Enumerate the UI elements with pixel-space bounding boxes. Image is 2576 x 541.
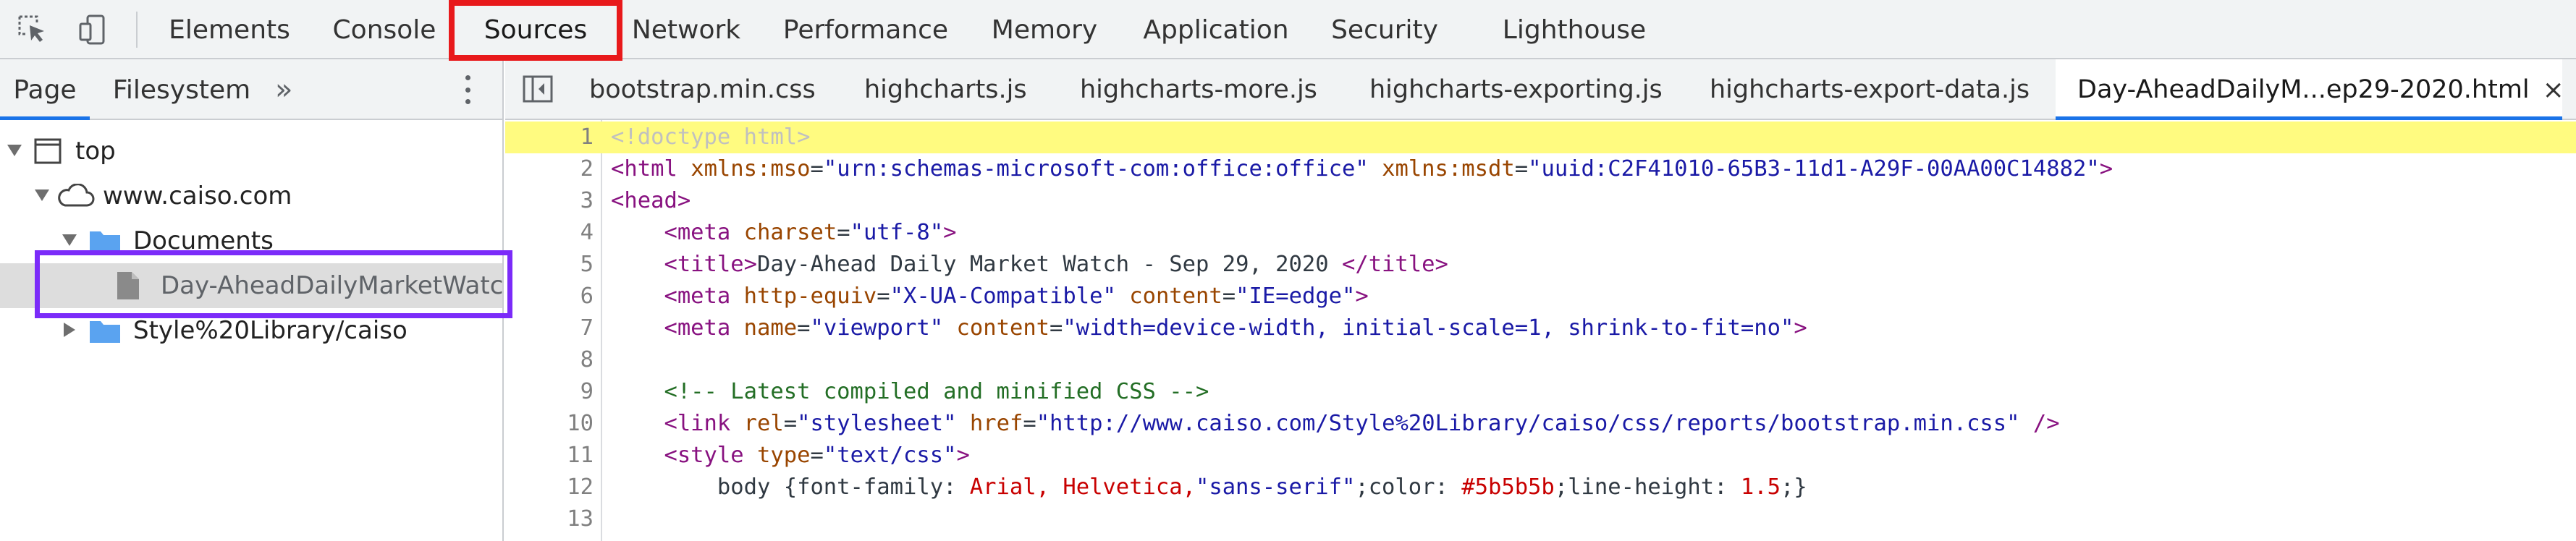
line-source: <meta http-equiv="X-UA-Compatible" conte… — [664, 284, 1369, 309]
editor-panel: bootstrap.min.css highcharts.js highchar… — [505, 59, 2576, 541]
line-source: <meta charset="utf-8"> — [664, 220, 957, 245]
tab-memory[interactable]: Memory — [984, 0, 1105, 59]
devtools-toolbar: Elements Console Sources Network Perform… — [0, 0, 2576, 59]
line-source: <head> — [611, 188, 691, 213]
navigator-tabs: Page Filesystem » — [0, 59, 502, 120]
code-line[interactable]: 12 body {font-family: Arial, Helvetica,"… — [505, 472, 2576, 503]
line-source: <!doctype html> — [611, 124, 811, 150]
more-options-icon[interactable] — [460, 75, 475, 104]
file-tab-label: highcharts-export-data.js — [1710, 75, 2030, 104]
line-source: <title>Day-Ahead Daily Market Watch - Se… — [664, 252, 1448, 277]
code-editor[interactable]: 1 <!doctype html> 2 <html xmlns:mso="urn:sc… — [505, 120, 2576, 541]
file-tab-active[interactable]: Day-AheadDailyM...ep29-2020.html × — [2056, 59, 2564, 120]
code-line[interactable]: 5 <title>Day-Ahead Daily Market Watch - … — [505, 249, 2576, 281]
line-number[interactable]: 7 — [505, 312, 594, 344]
tree-item-domain[interactable]: www.caiso.com — [0, 174, 502, 218]
file-tab-label: highcharts-more.js — [1080, 75, 1317, 104]
code-line[interactable]: 13 — [505, 503, 2576, 535]
code-line[interactable]: 3 <head> — [505, 185, 2576, 217]
line-number[interactable]: 6 — [505, 281, 594, 312]
tab-page[interactable]: Page — [0, 59, 90, 120]
more-tabs-icon[interactable]: » — [275, 59, 292, 120]
tree-item-label: Style%20Library/caiso — [133, 316, 407, 345]
line-number[interactable]: 11 — [505, 440, 594, 472]
tab-application[interactable]: Application — [1138, 0, 1294, 59]
tab-performance[interactable]: Performance — [782, 0, 950, 59]
tab-filesystem[interactable]: Filesystem — [107, 59, 256, 120]
line-number[interactable]: 12 — [505, 472, 594, 503]
tab-security[interactable]: Security — [1325, 0, 1445, 59]
tab-lighthouse[interactable]: Lighthouse — [1498, 0, 1650, 59]
file-tab-bootstrap[interactable]: bootstrap.min.css — [589, 59, 816, 120]
line-source: <!-- Latest compiled and minified CSS --… — [664, 379, 1209, 404]
toolbar-divider — [136, 12, 138, 48]
code-line[interactable]: 1 <!doctype html> — [505, 122, 2576, 153]
line-source: <link rel="stylesheet" href="http://www.… — [664, 411, 2060, 436]
folder-icon — [88, 318, 122, 344]
line-number[interactable]: 3 — [505, 185, 594, 217]
code-line[interactable]: 2 <html xmlns:mso="urn:schemas-microsoft-… — [505, 153, 2576, 185]
tab-console[interactable]: Console — [324, 0, 444, 59]
close-icon[interactable]: × — [2543, 75, 2564, 105]
editor-tabs: bootstrap.min.css highcharts.js highchar… — [505, 59, 2576, 120]
tree-item-label: www.caiso.com — [103, 182, 292, 210]
line-number[interactable]: 9 — [505, 376, 594, 408]
line-source: <style type="text/css"> — [664, 443, 970, 468]
code-line[interactable]: 7 <meta name="viewport" content="width=d… — [505, 312, 2576, 344]
file-tab-highcharts-export-data[interactable]: highcharts-export-data.js — [1710, 59, 2030, 120]
tab-elements[interactable]: Elements — [162, 0, 297, 59]
line-number[interactable]: 8 — [505, 344, 594, 376]
tree-item-top[interactable]: top — [0, 129, 502, 174]
inspect-element-icon[interactable] — [14, 12, 51, 48]
line-number[interactable]: 13 — [505, 503, 594, 535]
line-source: <html xmlns:mso="urn:schemas-microsoft-c… — [611, 156, 2113, 182]
cloud-icon — [55, 184, 96, 208]
file-tab-highcharts-more[interactable]: highcharts-more.js — [1080, 59, 1317, 120]
line-number[interactable]: 2 — [505, 153, 594, 185]
line-source: body {font-family: Arial, Helvetica,"san… — [611, 474, 1807, 500]
chevron-down-icon[interactable] — [35, 189, 49, 201]
tree-item-label: top — [75, 137, 116, 166]
code-line[interactable]: 11 <style type="text/css"> — [505, 440, 2576, 472]
line-number[interactable]: 5 — [505, 249, 594, 281]
line-number[interactable]: 10 — [505, 408, 594, 440]
highlight-selected-file — [35, 250, 512, 318]
code-line[interactable]: 4 <meta charset="utf-8"> — [505, 217, 2576, 249]
line-number[interactable]: 1 — [505, 122, 594, 153]
file-tab-highcharts-exporting[interactable]: highcharts-exporting.js — [1369, 59, 1663, 120]
chevron-down-icon[interactable] — [62, 234, 77, 246]
code-line[interactable]: 8 — [505, 344, 2576, 376]
file-tab-label: bootstrap.min.css — [589, 75, 816, 104]
code-line[interactable]: 10 <link rel="stylesheet" href="http://w… — [505, 408, 2576, 440]
file-tab-label: Day-AheadDailyM...ep29-2020.html — [2077, 75, 2530, 104]
file-tab-label: highcharts.js — [864, 75, 1027, 104]
device-toolbar-icon[interactable] — [75, 12, 111, 48]
code-line[interactable]: 9 <!-- Latest compiled and minified CSS … — [505, 376, 2576, 408]
chevron-right-icon[interactable] — [64, 323, 75, 337]
file-tab-label: highcharts-exporting.js — [1369, 75, 1663, 104]
frame-icon — [33, 137, 62, 165]
toggle-navigator-icon[interactable] — [523, 75, 553, 103]
line-source: <meta name="viewport" content="width=dev… — [664, 315, 1807, 341]
code-line[interactable]: 6 <meta http-equiv="X-UA-Compatible" con… — [505, 281, 2576, 312]
tab-network[interactable]: Network — [627, 0, 746, 59]
highlight-sources-tab — [449, 0, 622, 61]
line-number[interactable]: 4 — [505, 217, 594, 249]
chevron-down-icon[interactable] — [7, 145, 22, 156]
file-tab-highcharts[interactable]: highcharts.js — [864, 59, 1027, 120]
